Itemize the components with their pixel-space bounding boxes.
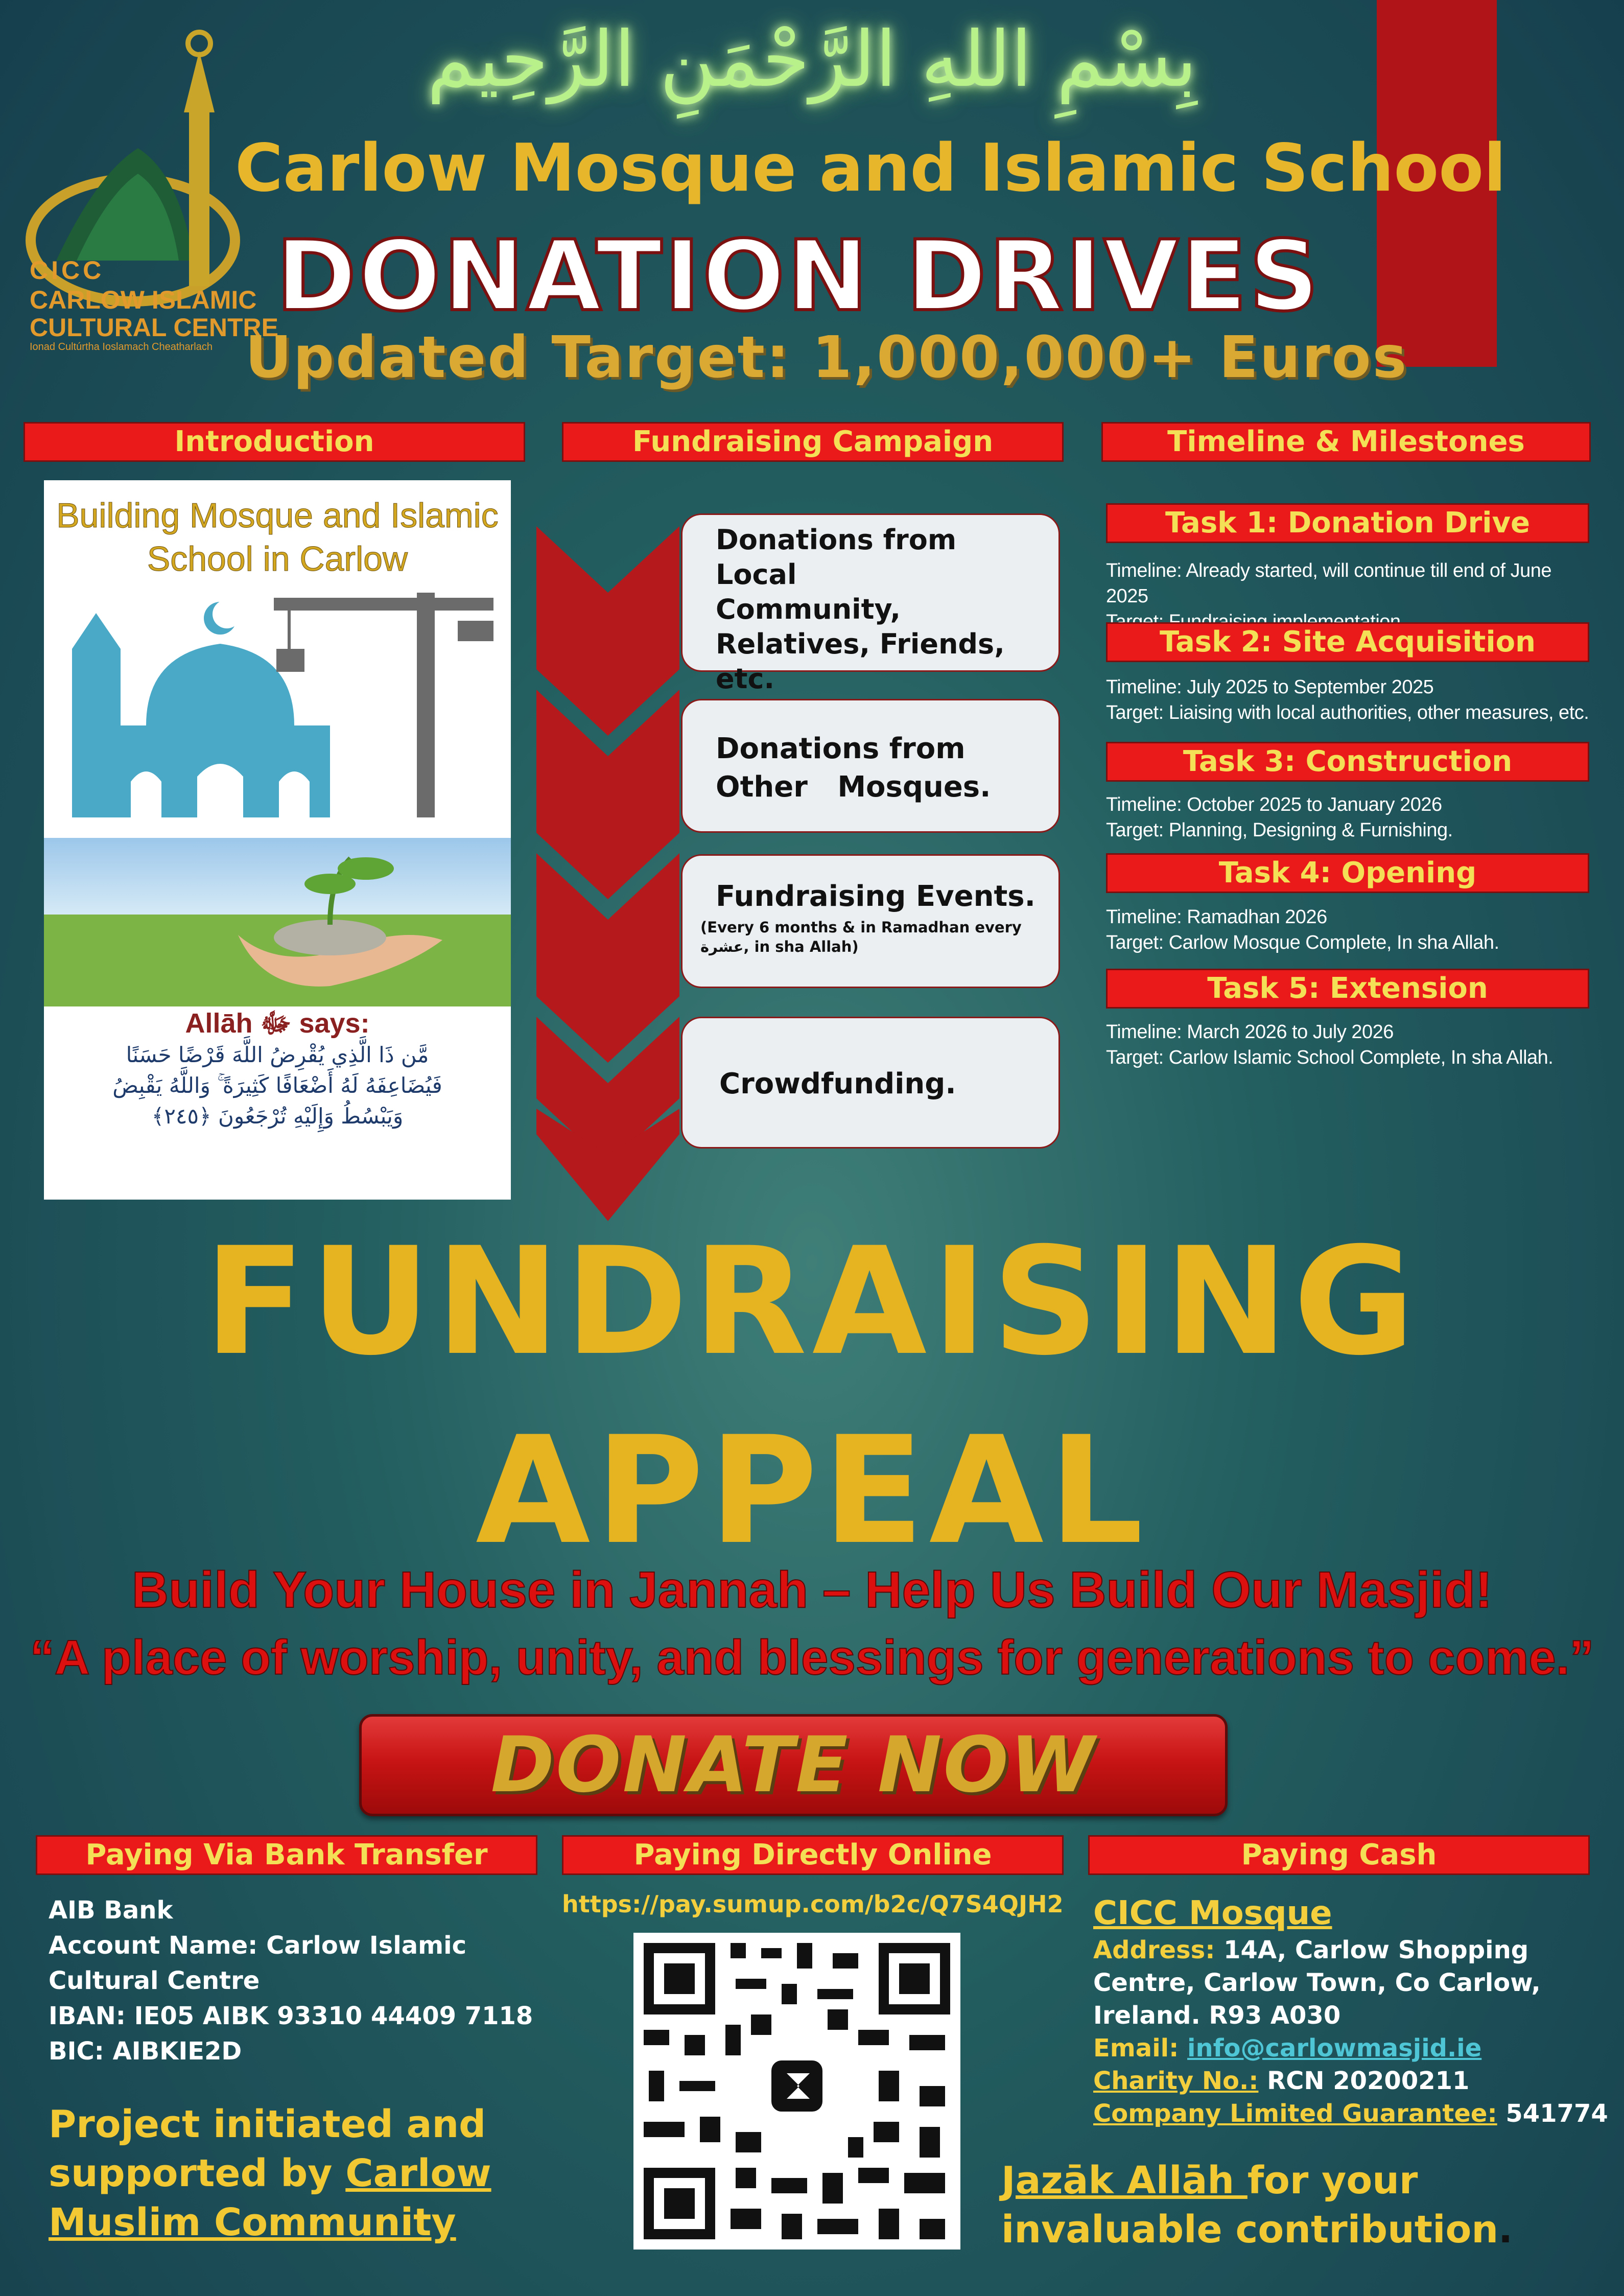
thanks-line1: Jazāk Allāh for your: [1001, 2156, 1513, 2205]
task-target: Target: Planning, Designing & Furnishing…: [1106, 819, 1453, 841]
task-3-heading: Task 3: Construction: [1106, 742, 1589, 782]
campaign-item-label: Fundraising Events.: [716, 880, 1035, 913]
email-label: Email:: [1093, 2034, 1179, 2063]
logo-line3: Ionad Cultúrtha Ioslamach Cheatharlach: [30, 341, 213, 353]
address-line3: Ireland. R93 A030: [1093, 2001, 1341, 2030]
campaign-item-label: Donations from: [716, 732, 966, 765]
address-label: Address:: [1093, 1936, 1215, 1964]
project-credit-line2: supported by Carlow: [49, 2149, 491, 2198]
campaign-item-label: Other Mosques.: [716, 770, 991, 804]
campaign-item-crowdfunding: Crowdfunding.: [681, 1017, 1060, 1149]
appeal-title-line2: APPEAL: [476, 1405, 1148, 1577]
company-label: Company Limited Guarantee:: [1093, 2099, 1497, 2128]
intro-heading-line1: Building Mosque and Islamic: [56, 496, 499, 535]
address-line2: Centre, Carlow Town, Co Carlow,: [1093, 1969, 1541, 1997]
task-4-details: Timeline: Ramadhan 2026 Target: Carlow M…: [1106, 904, 1596, 955]
project-credit-line3: Muslim Community: [49, 2200, 456, 2244]
allah-says: Allāh ﷻ says:: [185, 1008, 370, 1039]
thanks-text: for your: [1247, 2159, 1418, 2203]
section-timeline: Timeline & Milestones: [1101, 422, 1591, 462]
iban: IBAN: IE05 AIBK 93310 44409 7118: [49, 2002, 533, 2030]
project-credit: Project initiated and supported by Carlo…: [49, 2100, 491, 2247]
coins-in-hands-photo: [44, 838, 511, 1006]
project-credit-text: supported by: [49, 2151, 346, 2195]
task-timeline: Timeline: Ramadhan 2026: [1106, 906, 1327, 928]
thanks-period: .: [1498, 2208, 1513, 2252]
logo-line1: CARLOW ISLAMIC: [30, 286, 257, 314]
charity-number: RCN 20200211: [1267, 2067, 1470, 2095]
company-row: Company Limited Guarantee: 541774: [1093, 2097, 1608, 2130]
jazak-allah: Jazāk Allāh: [1001, 2159, 1248, 2203]
account-name: Account Name: Carlow Islamic: [49, 1931, 467, 1960]
campaign-item-label: Crowdfunding.: [719, 1067, 956, 1100]
task-1-heading: Task 1: Donation Drive: [1106, 503, 1589, 543]
payment-qr-code[interactable]: [633, 1933, 960, 2250]
address-value: 14A, Carlow Shopping: [1223, 1936, 1529, 1964]
campaign-item-events: Fundraising Events. (Every 6 months & in…: [681, 854, 1060, 988]
charity-label: Charity No.:: [1093, 2067, 1259, 2095]
campaign-item-local-donations: Donations from Local Community, Relative…: [681, 513, 1060, 695]
mosque-name: CICC Mosque: [1093, 1894, 1332, 1932]
thanks-message: Jazāk Allāh for your invaluable contribu…: [1001, 2156, 1513, 2254]
task-target: Target: Liaising with local authorities,…: [1106, 702, 1589, 723]
task-5-details: Timeline: March 2026 to July 2026 Target…: [1106, 1019, 1596, 1070]
page-title: DONATION DRIVES: [274, 218, 1321, 334]
task-timeline: Timeline: Already started, will continue…: [1106, 560, 1552, 607]
thanks-line2: invaluable contribution.: [1001, 2205, 1513, 2254]
logo-abbrev: CICC: [30, 256, 105, 285]
task-4-heading: Task 4: Opening: [1106, 853, 1589, 893]
community-name: Carlow: [345, 2151, 491, 2195]
campaign-item-label: Community,: [716, 593, 901, 625]
verse-line2: فَيُضَاعِفَهُ لَهُ أَضْعَافًا كَثِيرَةً …: [112, 1073, 442, 1098]
charity-row: Charity No.: RCN 20200211: [1093, 2065, 1608, 2097]
campaign-item-label: Relatives, Friends,: [716, 628, 1005, 660]
project-credit-line1: Project initiated and: [49, 2102, 486, 2146]
mosque-illustration: [72, 593, 493, 817]
task-2-details: Timeline: July 2025 to September 2025 Ta…: [1106, 674, 1596, 725]
organization-name: Carlow Mosque and Islamic School: [235, 130, 1507, 206]
task-timeline: Timeline: July 2025 to September 2025: [1106, 676, 1434, 698]
email-row: Email: info@carlowmasjid.ie: [1093, 2032, 1608, 2065]
fundraising-target: Updated Target: 1,000,000+ Euros: [245, 324, 1408, 391]
task-target: Target: Carlow Mosque Complete, In sha A…: [1106, 932, 1499, 953]
verse-line1: مَّن ذَا الَّذِي يُقْرِضُ اللَّهَ قَرْضً…: [126, 1042, 429, 1067]
campaign-item-label: etc.: [716, 663, 774, 695]
bic: BIC: AIBKIE2D: [49, 2037, 242, 2066]
campaign-arrow: [536, 526, 679, 1221]
task-5-heading: Task 5: Extension: [1106, 969, 1589, 1009]
task-3-details: Timeline: October 2025 to January 2026 T…: [1106, 792, 1596, 843]
slogan-line1: Build Your House in Jannah – Help Us Bui…: [131, 1561, 1493, 1619]
bismillah: بِسْمِ اللهِ الرَّحْمَنِ الرَّحِيم: [427, 15, 1197, 104]
bank-name: AIB Bank: [49, 1896, 173, 1925]
thanks-text: invaluable contribution: [1001, 2208, 1499, 2252]
task-2-heading: Task 2: Site Acquisition: [1106, 622, 1589, 662]
logo-line2: CULTURAL CENTRE: [30, 313, 279, 342]
task-target: Target: Carlow Islamic School Complete, …: [1106, 1047, 1554, 1068]
campaign-item-label: Donations from Local: [716, 524, 957, 591]
verse-line3: وَيَبْسُطُ وَإِلَيْهِ تُرْجَعُونَ ﴿٢٤٥﴾: [151, 1104, 404, 1129]
account-name-cont: Cultural Centre: [49, 1966, 260, 1995]
intro-heading-line2: School in Carlow: [147, 540, 408, 579]
task-timeline: Timeline: October 2025 to January 2026: [1106, 794, 1442, 815]
slogan-line2: “A place of worship, unity, and blessing…: [30, 1630, 1595, 1685]
online-payment-link[interactable]: https://pay.sumup.com/b2c/Q7S4QJH2: [562, 1890, 1064, 1918]
section-fundraising-campaign: Fundraising Campaign: [562, 422, 1064, 462]
section-introduction: Introduction: [23, 422, 525, 462]
email-link[interactable]: info@carlowmasjid.ie: [1187, 2034, 1481, 2063]
appeal-title-line1: FUNDRAISING: [204, 1216, 1420, 1388]
bank-details: AIB Bank Account Name: Carlow Islamic Cu…: [49, 1893, 533, 2069]
introduction-panel: Building Mosque and Islamic School in Ca…: [44, 480, 511, 1200]
section-pay-cash: Paying Cash: [1088, 1835, 1590, 1875]
section-pay-online: Paying Directly Online: [562, 1835, 1064, 1875]
section-bank-transfer: Paying Via Bank Transfer: [36, 1835, 537, 1875]
address-line1: Address: 14A, Carlow Shopping: [1093, 1934, 1608, 1966]
task-timeline: Timeline: March 2026 to July 2026: [1106, 1021, 1394, 1043]
cash-details: CICC Mosque Address: 14A, Carlow Shoppin…: [1093, 1893, 1608, 2130]
donate-now-button[interactable]: DONATE NOW: [359, 1714, 1228, 1816]
campaign-item-note: (Every 6 months & in Ramadhan every عشرة…: [700, 919, 1022, 955]
campaign-item-other-mosques: Donations from Other Mosques.: [681, 699, 1060, 833]
company-number: 541774: [1505, 2099, 1608, 2128]
